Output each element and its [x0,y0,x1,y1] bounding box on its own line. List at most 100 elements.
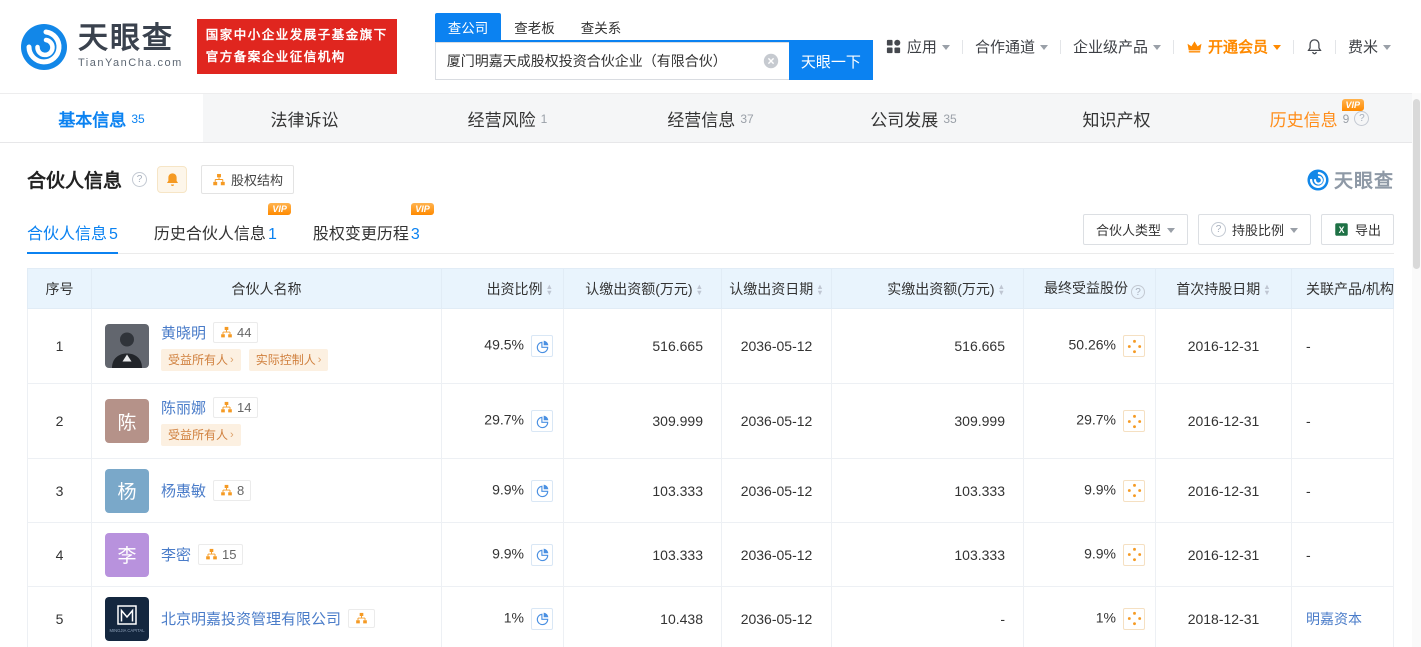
menu-item-费米[interactable]: 费米 [1336,36,1403,57]
first-holding-date-cell: 2016-12-31 [1156,459,1292,523]
sort-icon[interactable]: ▲▼ [696,284,703,295]
pie-chart-icon-button[interactable] [531,335,553,357]
partner-name-box: 李密 15 [161,544,243,565]
clear-icon[interactable] [763,53,779,69]
final-benefit-value: 9.9% [1084,545,1116,561]
related-product-cell: 明嘉资本 [1292,587,1394,647]
menu-item-合作通道[interactable]: 合作通道 [963,36,1060,57]
column-label: 实缴出资额(万元) [887,281,994,297]
subscribed-date-cell: 2036-05-12 [722,523,832,587]
benefit-diamond-icon-button[interactable] [1123,544,1145,566]
related-product-value: - [1306,547,1311,563]
nav-tab-知识产权[interactable]: 知识产权 [1015,94,1218,142]
help-icon[interactable]: ? [132,172,147,187]
paid-amount-cell: 516.665 [832,309,1024,384]
top-menu: 应用合作通道企业级产品开通会员 费米 [873,36,1403,57]
watermark-logo: 天眼查 [1307,166,1394,193]
final-benefit-cell: 9.9% [1024,459,1156,523]
column-header-认缴出资日期[interactable]: 认缴出资日期▲▼ [722,269,832,309]
equity-penetration-badge[interactable]: 8 [213,480,251,501]
menu-item-应用[interactable]: 应用 [873,36,962,57]
tag-实际控制人[interactable]: 实际控制人› [249,349,329,371]
partner-name-link[interactable]: 李密 [161,544,191,565]
menu-item-开通会员[interactable]: 开通会员 [1174,36,1293,57]
benefit-diamond-icon-button[interactable] [1123,410,1145,432]
partner-name-link[interactable]: 北京明嘉投资管理有限公司 [161,608,341,629]
scrollbar-thumb[interactable] [1413,99,1420,269]
tag-受益所有人[interactable]: 受益所有人› [161,424,241,446]
partner-name-link[interactable]: 杨惠敏 [161,480,206,501]
search-input[interactable] [435,42,789,80]
partner-name-box: 杨惠敏 8 [161,480,251,501]
capital-ratio-value: 9.9% [492,481,524,497]
partner-name-line: 李密 15 [161,544,243,565]
equity-penetration-badge[interactable]: 15 [198,544,243,565]
column-header-认缴出资额(万元)[interactable]: 认缴出资额(万元)▲▼ [564,269,722,309]
sort-icon[interactable]: ▲▼ [546,284,553,295]
menu-item-企业级产品[interactable]: 企业级产品 [1061,36,1173,57]
share-ratio-dropdown[interactable]: ? 持股比例 [1198,214,1311,245]
tianyancha-watermark-icon [1307,169,1329,191]
equity-penetration-badge[interactable]: 14 [213,397,258,418]
column-header-实缴出资额(万元)[interactable]: 实缴出资额(万元) ▲▼ [832,269,1024,309]
nav-tab-经营风险[interactable]: 经营风险 1 [406,94,609,142]
export-button[interactable]: X 导出 [1321,214,1394,245]
search-tab-查公司[interactable]: 查公司 [435,13,502,40]
final-benefit-value: 1% [1096,609,1116,625]
monitor-bell-button[interactable] [157,166,187,193]
partner-name-link[interactable]: 黄晓明 [161,322,206,343]
partner-name-box: 黄晓明 44 受益所有人› 实际控制人› [161,322,328,371]
equity-penetration-badge[interactable] [348,609,375,628]
pie-chart-icon-button[interactable] [531,544,553,566]
tianyancha-logo[interactable]: 天眼查 TianYanCha.com [20,23,183,71]
column-header-序号: 序号 [28,269,92,309]
column-label: 认缴出资日期 [729,281,813,297]
partner-type-dropdown[interactable]: 合伙人类型 [1083,214,1188,245]
search-tab-查老板[interactable]: 查老板 [501,13,568,40]
sort-icon[interactable]: ▲▼ [816,284,823,295]
related-product-link[interactable]: 明嘉资本 [1306,611,1362,627]
help-icon[interactable]: ? [1131,285,1145,299]
partner-name-cell: 杨杨惠敏8 [92,459,442,523]
nav-tab-label: 经营风险 [468,106,536,131]
section-title: 合伙人信息 [27,166,122,193]
pie-chart-icon-button[interactable] [531,410,553,432]
equity-structure-button[interactable]: 股权结构 [201,165,294,194]
benefit-diamond-icon-button[interactable] [1123,608,1145,630]
nav-tab-label: 公司发展 [870,106,938,131]
nav-tab-基本信息[interactable]: 基本信息35 [0,94,203,142]
tag-受益所有人[interactable]: 受益所有人› [161,349,241,371]
notification-bell-button[interactable] [1294,38,1335,55]
pie-chart-icon-button[interactable] [531,480,553,502]
sub-tab-股权变更历程[interactable]: 股权变更历程3VIP [313,204,420,253]
scrollbar[interactable] [1412,93,1421,647]
equity-penetration-badge[interactable]: 44 [213,322,258,343]
tianyancha-logo-icon [20,23,68,71]
sort-icon[interactable]: ▲▼ [998,284,1005,295]
column-header-出资比例[interactable]: 出资比例▲▼ [442,269,564,309]
vip-badge: VIP [411,203,434,215]
nav-tab-公司发展[interactable]: 公司发展35 [812,94,1015,142]
nav-tab-count: 1 [541,112,548,126]
benefit-diamond-icon-button[interactable] [1123,335,1145,357]
nav-tab-label: 基本信息 [58,106,126,131]
partner-name-link[interactable]: 陈丽娜 [161,397,206,418]
pie-chart-icon-button[interactable] [531,608,553,630]
column-header-最终受益股份: 最终受益股份? [1024,269,1156,309]
paid-amount-cell: 103.333 [832,523,1024,587]
nav-tab-历史信息[interactable]: 历史信息9?VIP [1218,94,1421,142]
column-label: 最终受益股份 [1044,280,1128,296]
sub-tab-历史合伙人信息[interactable]: 历史合伙人信息1VIP [154,204,277,253]
nav-tab-经营信息[interactable]: 经营信息37 [609,94,812,142]
sub-tab-合伙人信息[interactable]: 合伙人信息5 [27,204,118,253]
sort-icon[interactable]: ▲▼ [1263,284,1270,295]
nav-tab-法律诉讼[interactable]: 法律诉讼 [203,94,406,142]
benefit-diamond-icon-button[interactable] [1123,480,1145,502]
org-chart-icon [355,612,368,625]
search-block: 查公司查老板查关系 天眼一下 [435,13,873,80]
column-header-首次持股日期[interactable]: 首次持股日期▲▼ [1156,269,1292,309]
partner-name-cell: MINGJIA CAPITAL北京明嘉投资管理有限公司 [92,587,442,647]
org-chart-icon [220,401,233,414]
search-tab-查关系[interactable]: 查关系 [568,13,635,40]
search-button[interactable]: 天眼一下 [789,42,873,80]
